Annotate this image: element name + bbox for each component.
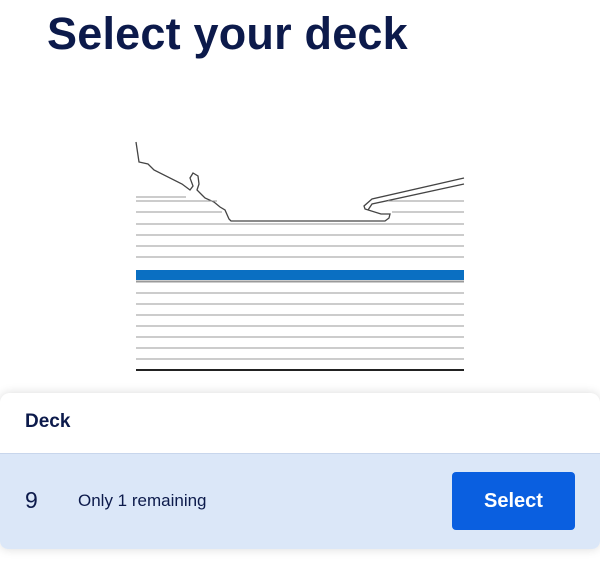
select-deck-button[interactable]: Select <box>452 472 575 530</box>
deck-row: 9 Only 1 remaining Select <box>0 453 600 549</box>
page-title: Select your deck <box>47 8 408 59</box>
deck-number: 9 <box>25 487 38 513</box>
ship-hull-outline <box>135 141 465 222</box>
deck-availability: Only 1 remaining <box>78 491 207 510</box>
deck-card-header: Deck <box>0 393 600 453</box>
ship-cross-section-diagram <box>135 141 465 371</box>
selected-deck-highlight <box>136 270 464 280</box>
deck-selection-card: Deck 9 Only 1 remaining Select <box>0 393 600 549</box>
deck-selection-page: Select your deck Deck 9 Only 1 remaining… <box>0 0 600 567</box>
deck-card-header-label: Deck <box>25 411 71 432</box>
